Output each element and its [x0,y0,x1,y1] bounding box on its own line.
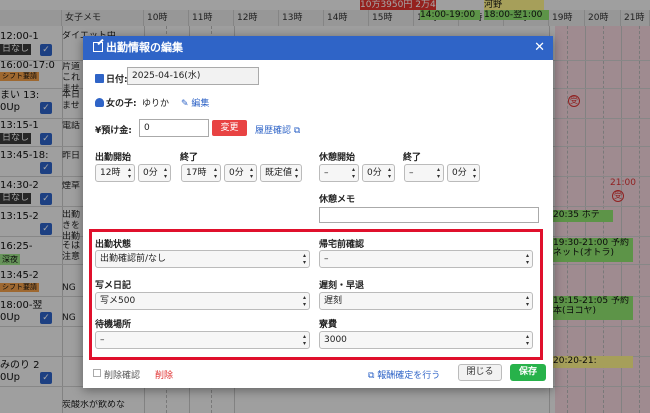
attendance-status-select[interactable]: 出勤確認前/なし [95,250,310,268]
edit-icon [93,42,103,52]
edit-girl-link[interactable]: ✎ 編集 [181,96,209,109]
break-end-minute-select[interactable]: 0分 [447,164,480,182]
delete-link[interactable]: 削除 [155,368,173,381]
break-memo-label: 休憩メモ [319,195,356,205]
photo-diary-label: 写メ日記 [95,281,132,291]
dorm-fee-select[interactable]: 3000 [319,331,533,349]
user-icon [95,98,104,107]
pencil-icon: ✎ [181,99,192,109]
save-button[interactable]: 保存 [510,364,546,381]
girl-label: 女の子: [95,96,137,109]
deposit-input[interactable]: 0 [139,119,209,137]
break-end-hour-select[interactable]: – [404,164,444,182]
dorm-fee-label: 寮費 [319,320,338,330]
close-icon[interactable]: ✕ [534,36,545,60]
girl-name: ゆりか [142,99,170,109]
photo-diary-select[interactable]: 写メ500 [95,292,310,310]
end-hour-select[interactable]: 17時 [181,164,221,182]
attendance-edit-modal: 出勤情報の編集 ✕ 日付: 2025-04-16(水) 女の子: ゆりか ✎ 編… [83,36,553,388]
late-early-select[interactable]: 遅刻 [319,292,533,310]
late-early-label: 遅刻・早退 [319,281,365,291]
external-link-icon: ⧉ [291,126,301,136]
waiting-place-select[interactable]: – [95,331,310,349]
confirm-pay-link[interactable]: ⧉ 報酬確定を行う [368,368,440,381]
break-start-hour-select[interactable]: – [319,164,359,182]
end-label: 終了 [180,153,199,163]
break-start-label: 休憩開始 [319,153,356,163]
start-hour-select[interactable]: 12時 [95,164,135,182]
end-preset-select[interactable]: 既定値 [260,164,302,182]
modal-header: 出勤情報の編集 [83,36,553,60]
start-minute-select[interactable]: 0分 [138,164,171,182]
date-label: 日付: [95,72,128,85]
delete-confirm-label: 削除確認 [104,371,141,381]
end-minute-select[interactable]: 0分 [224,164,257,182]
calendar-icon [95,74,104,83]
change-button[interactable]: 変更 [212,120,247,136]
delete-confirm-checkbox[interactable] [93,369,101,377]
modal-title: 出勤情報の編集 [106,41,183,54]
waiting-place-label: 待機場所 [95,320,132,330]
deposit-label: ¥預け金: [95,126,132,136]
close-button[interactable]: 閉じる [458,364,502,381]
break-start-minute-select[interactable]: 0分 [362,164,395,182]
break-end-label: 終了 [403,153,422,163]
attendance-status-label: 出勤状態 [95,240,132,250]
pre-return-select[interactable]: – [319,250,533,268]
break-memo-textarea[interactable] [319,207,539,223]
history-link[interactable]: 履歴確認 ⧉ [255,123,300,136]
external-edit-icon: ⧉ [368,371,378,381]
pre-return-label: 帰宅前確認 [319,240,365,250]
start-label: 出勤開始 [95,153,132,163]
date-field[interactable]: 2025-04-16(水) [127,67,259,85]
